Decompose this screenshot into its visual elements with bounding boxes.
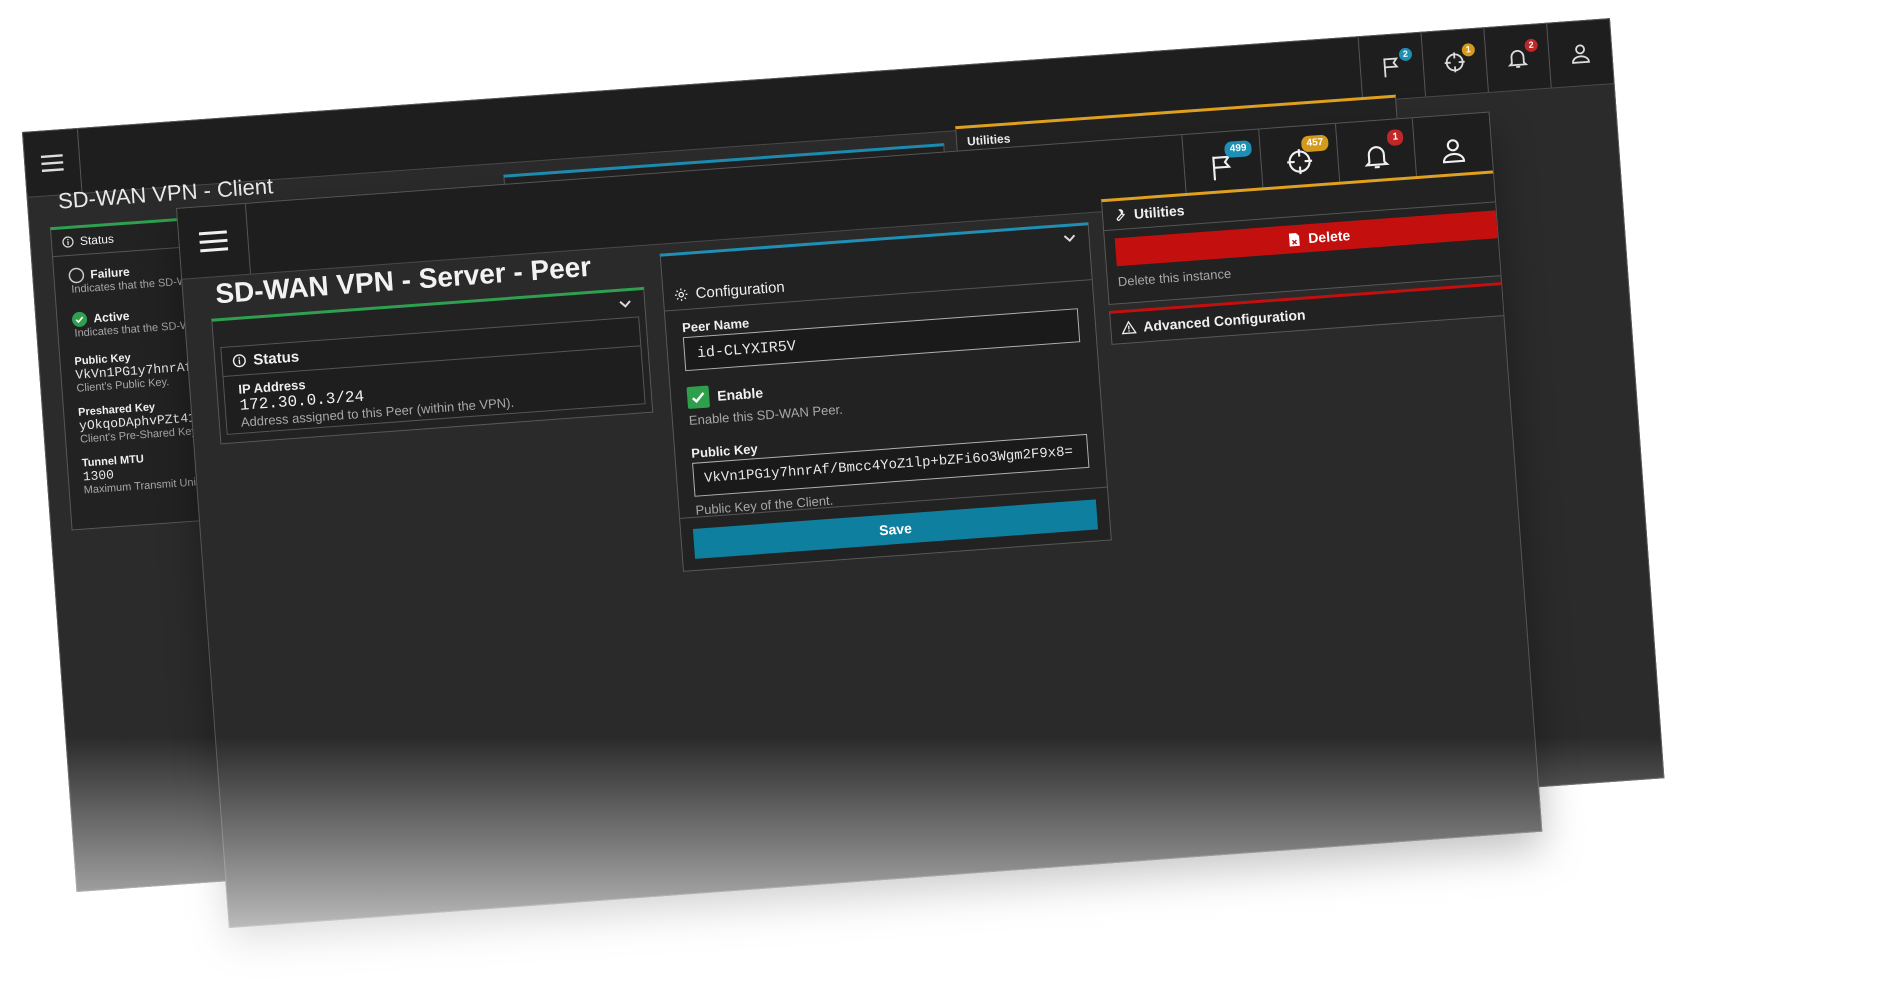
info-icon	[232, 353, 247, 368]
targets-button[interactable]: 1	[1420, 28, 1488, 97]
bell-icon	[1360, 140, 1392, 172]
check-circle-icon	[71, 311, 88, 328]
enable-checkbox[interactable]	[686, 385, 711, 410]
flags-button[interactable]: 2	[1357, 32, 1426, 102]
info-icon	[62, 236, 75, 249]
check-icon	[690, 389, 707, 406]
hamburger-icon	[198, 229, 229, 253]
right-fade	[1771, 0, 1891, 997]
delete-label: Delete	[1307, 227, 1351, 247]
wrench-icon	[1113, 207, 1128, 222]
config-form: Peer Name Enable Enable this SD-WAN Peer…	[665, 280, 1107, 519]
notification-bar: 2 1 2	[1357, 19, 1614, 102]
utilities-panel-title: Utilities	[1133, 202, 1186, 222]
advanced-panel-title: Advanced Configuration	[1142, 306, 1306, 335]
chevron-down-icon	[1062, 233, 1077, 244]
hamburger-icon	[40, 153, 64, 173]
alerts-badge: 2	[1524, 38, 1539, 53]
status-panel-title: Status	[252, 347, 300, 369]
enable-label: Enable	[716, 384, 764, 404]
flags-badge: 2	[1398, 47, 1413, 62]
advanced-title-group: Advanced Configuration	[1121, 307, 1306, 336]
status-panel-title: Status	[79, 231, 115, 249]
user-button[interactable]	[1546, 19, 1614, 88]
chevron-down-icon	[618, 299, 633, 310]
alerts-button[interactable]: 2	[1483, 23, 1551, 93]
targets-badge: 457	[1301, 134, 1329, 153]
user-icon	[1568, 41, 1594, 67]
user-icon	[1437, 134, 1469, 166]
status-panel: Status IP Address 172.30.0.3/24 Address …	[211, 286, 654, 445]
warning-icon	[1121, 320, 1137, 335]
alerts-badge: 1	[1386, 128, 1404, 147]
empty-circle-icon	[68, 267, 85, 284]
flags-badge: 499	[1224, 140, 1253, 159]
file-delete-icon	[1288, 231, 1301, 247]
active-label: Active	[93, 308, 130, 326]
targets-badge: 1	[1461, 42, 1476, 57]
gear-icon	[673, 286, 689, 302]
menu-button[interactable]	[177, 203, 252, 279]
config-panel-title: Configuration	[695, 278, 786, 302]
config-panel: Configuration Peer Name Enable Enable th…	[659, 222, 1112, 572]
peer-window: 499 457 1 SD-WAN VPN - Server - Peer Sta…	[176, 111, 1543, 929]
utilities-title-group: Utilities	[1112, 202, 1185, 223]
failure-label: Failure	[89, 264, 131, 282]
